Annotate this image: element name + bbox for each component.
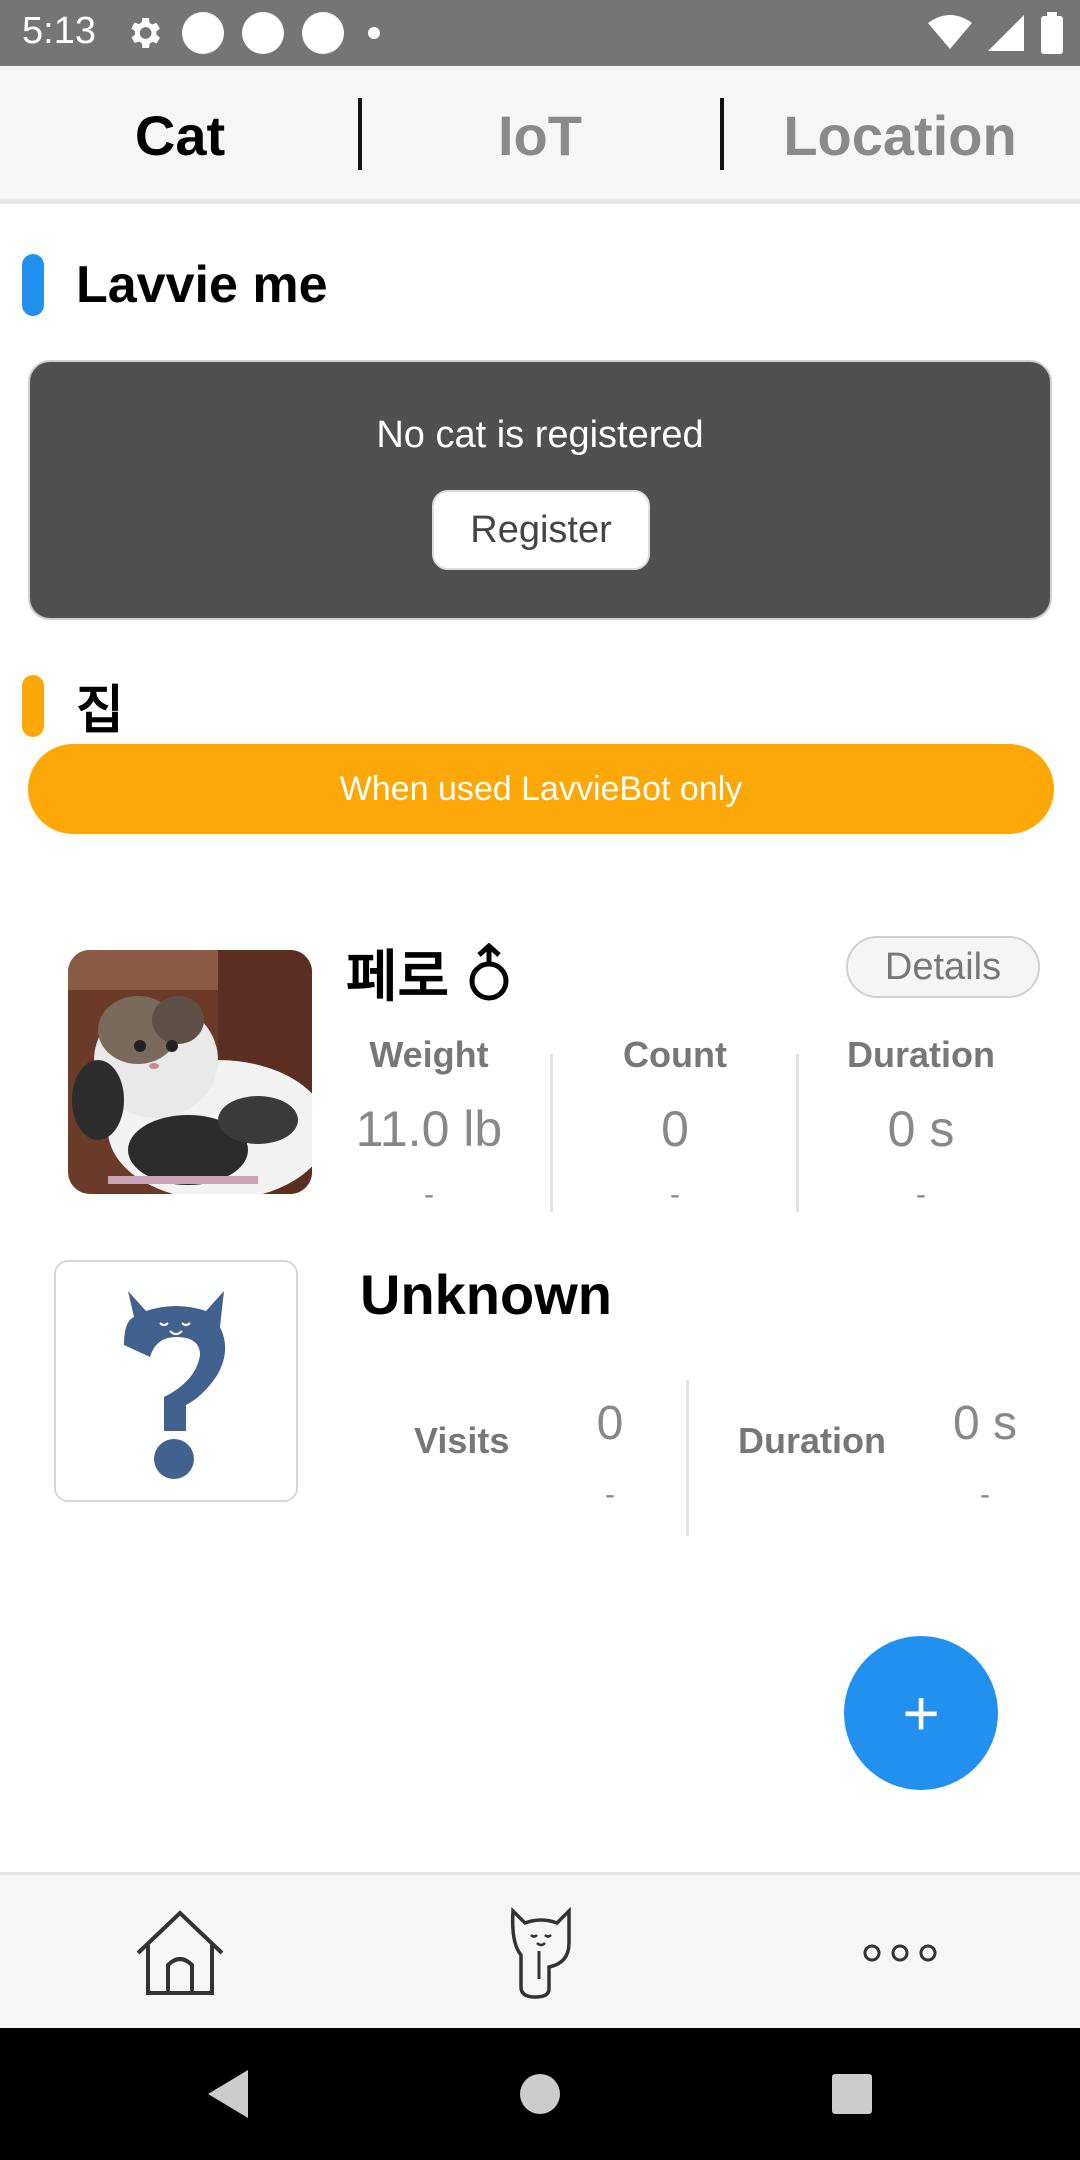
home-circle-button[interactable] [508, 2062, 572, 2126]
stat-sub: - [916, 1178, 926, 1211]
section-title-home: 집 [76, 682, 124, 740]
male-symbol-icon [469, 942, 509, 1000]
status-right-icons [928, 12, 1064, 54]
back-button[interactable] [196, 2062, 260, 2126]
unknown-duration-label: Duration [738, 1420, 886, 1461]
gear-icon [131, 18, 160, 48]
section-accent-bar [22, 254, 44, 316]
more-icon [863, 1944, 937, 1962]
unknown-divider [686, 1380, 689, 1536]
cat-photo-image [68, 950, 312, 1194]
back-icon [208, 2070, 248, 2118]
stat-sub: - [424, 1178, 434, 1211]
stat-count: Count 0 - [552, 1034, 798, 1212]
tab-location[interactable]: Location [720, 66, 1080, 204]
circle-notification-icon [182, 12, 224, 54]
stat-value: 0 [661, 1101, 689, 1157]
visits-sub: - [605, 1478, 615, 1511]
top-tabs: Cat IoT Location [0, 66, 1080, 204]
circle-notification-icon [242, 12, 284, 54]
recents-icon [832, 2074, 872, 2114]
stat-value: 0 s [887, 1101, 955, 1157]
home-icon [136, 1910, 224, 1995]
stat-label: Weight [369, 1034, 489, 1075]
add-fab-button[interactable]: + [844, 1636, 998, 1790]
home-header: 집 [22, 668, 124, 743]
cat-name: 페로 [346, 932, 515, 1013]
stat-sub: - [670, 1178, 680, 1211]
dot-icon [368, 27, 380, 39]
unknown-cat-question-icon [124, 1291, 226, 1479]
signal-icon [988, 15, 1024, 51]
lavviebot-only-banner: When used LavvieBot only [28, 744, 1054, 834]
status-time: 5:13 [22, 10, 96, 52]
nav-more-button[interactable] [840, 1893, 960, 2013]
cat-name-text: 페로 [346, 945, 450, 1008]
unknown-duration-sub: - [980, 1478, 990, 1511]
recents-button[interactable] [820, 2062, 884, 2126]
stat-duration: Duration 0 s - [798, 1034, 1044, 1212]
lavvie-me-card: No cat is registered Register [28, 360, 1052, 620]
plus-icon: + [902, 1677, 940, 1749]
visits-value: 0 [596, 1397, 624, 1450]
unknown-cat-avatar[interactable] [54, 1260, 298, 1502]
stat-value: 11.0 lb [355, 1101, 503, 1157]
cat-icon [510, 1907, 571, 1999]
register-button[interactable]: Register [432, 490, 650, 570]
wifi-icon [928, 15, 972, 49]
visits-label: Visits [414, 1420, 510, 1461]
home-circle-icon [520, 2074, 560, 2114]
stat-label: Duration [847, 1034, 995, 1075]
bottom-nav [0, 1872, 1080, 2028]
section-title-lavvie-me: Lavvie me [76, 256, 328, 314]
details-button[interactable]: Details [846, 936, 1040, 998]
unknown-title: Unknown [360, 1263, 612, 1326]
stat-weight: Weight 11.0 lb - [306, 1034, 552, 1212]
section-accent-bar [22, 674, 44, 737]
no-cat-message: No cat is registered [376, 414, 704, 456]
tab-iot[interactable]: IoT [360, 66, 720, 204]
status-left-icons [124, 10, 380, 56]
circle-notification-icon [302, 12, 344, 54]
battery-icon [1041, 12, 1063, 54]
unknown-duration-value: 0 s [952, 1397, 1018, 1450]
nav-cat-button[interactable] [480, 1893, 600, 2013]
stat-label: Count [623, 1034, 727, 1075]
tab-cat[interactable]: Cat [0, 66, 360, 204]
lavvie-me-header: Lavvie me [22, 254, 328, 316]
android-nav-bar [0, 2028, 1080, 2160]
cat-avatar[interactable] [68, 950, 312, 1194]
status-bar: 5:13 [0, 0, 1080, 66]
nav-home-button[interactable] [120, 1893, 240, 2013]
